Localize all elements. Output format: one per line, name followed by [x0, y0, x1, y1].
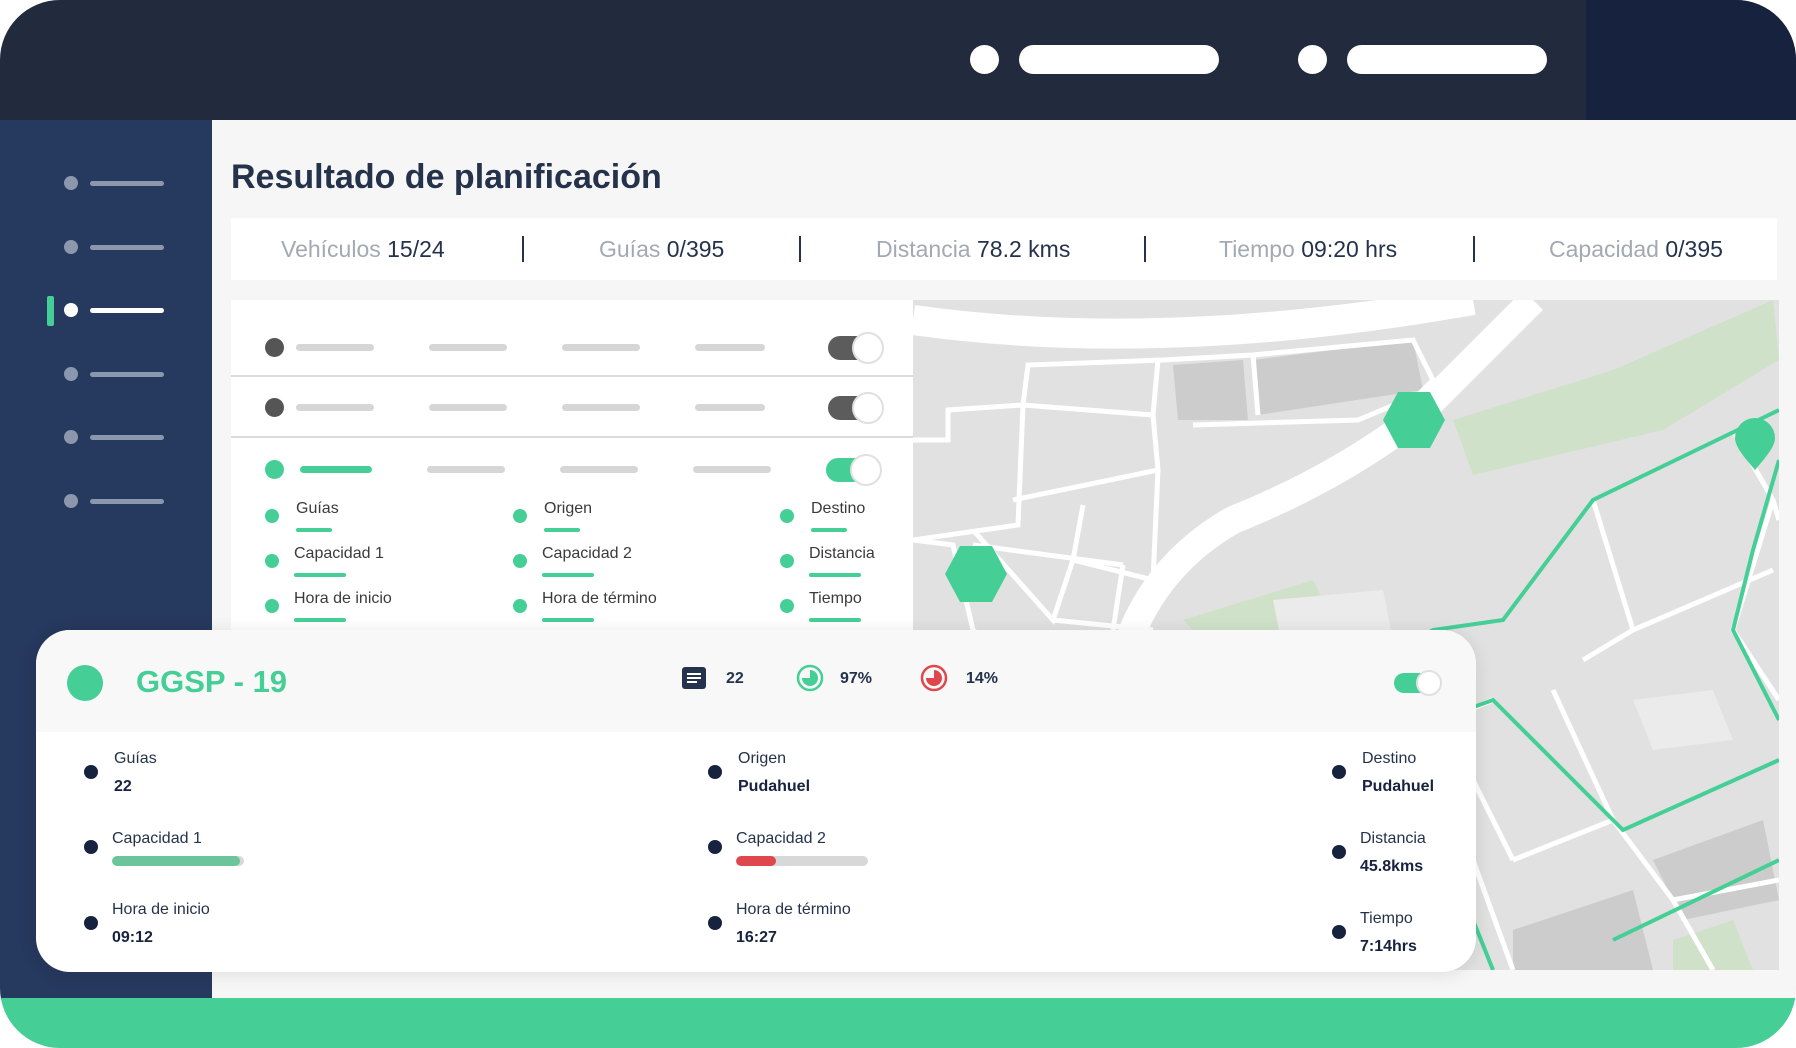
field-label-distancia: Distancia	[1360, 830, 1426, 847]
stat-guias: Guías 0/395	[599, 236, 725, 262]
vehicle-enable-toggle[interactable]	[1394, 670, 1442, 696]
mini-field-label: Hora de inicio	[294, 590, 392, 607]
field-value-distancia: 45.8kms	[1360, 858, 1424, 875]
capacity-2-percent: 14%	[966, 670, 999, 687]
stat-capacidad: Capacidad 0/395	[1549, 236, 1723, 262]
vehicle-list: Guías Origen Destino Capacidad 1 Capacid…	[231, 300, 913, 640]
mini-field-label: Origen	[544, 500, 593, 517]
top-nav-dot-1[interactable]	[970, 45, 999, 74]
vehicle-status-dot	[67, 665, 103, 701]
mini-field-label: Destino	[811, 500, 866, 517]
vehicle-row[interactable]	[231, 316, 913, 376]
mini-field-label: Distancia	[809, 545, 875, 562]
card-header: GGSP - 19 22 97% 14%	[36, 630, 1476, 732]
field-value-origen: Pudahuel	[738, 778, 811, 795]
summary-stats-bar: Vehículos 15/24 Guías 0/395 Distancia 78…	[231, 218, 1777, 280]
field-label-guias: Guías	[114, 750, 157, 767]
field-label-hora-inicio: Hora de inicio	[112, 901, 210, 918]
field-label-capacidad-2: Capacidad 2	[736, 830, 826, 847]
map-pin-icon[interactable]	[1735, 418, 1775, 470]
sidebar-item-3-active[interactable]	[64, 303, 174, 317]
sidebar-item-2[interactable]	[64, 240, 174, 254]
stat-separator	[1144, 236, 1146, 262]
field-label-capacidad-1: Capacidad 1	[112, 830, 202, 847]
top-bar-corner	[1586, 0, 1796, 120]
sidebar-item-1[interactable]	[64, 176, 174, 190]
capacity-2-progress-bar	[736, 856, 868, 866]
top-nav-dot-2[interactable]	[1298, 45, 1327, 74]
capacity-gauge-icon	[796, 664, 824, 692]
top-nav-placeholder-1[interactable]	[1019, 45, 1219, 74]
field-label-hora-termino: Hora de término	[736, 901, 851, 918]
sidebar-item-6[interactable]	[64, 494, 174, 508]
vehicle-status-dot	[265, 398, 284, 417]
vehicle-status-dot	[265, 338, 284, 357]
mini-field-label: Tiempo	[809, 590, 862, 607]
stat-separator	[799, 236, 801, 262]
field-label-destino: Destino	[1362, 750, 1417, 767]
mini-field-label: Guías	[296, 500, 339, 517]
vehicle-row[interactable]	[231, 378, 913, 438]
top-bar	[0, 0, 1796, 120]
capacity-1-percent: 97%	[840, 670, 873, 687]
vehicle-toggle[interactable]	[828, 332, 884, 364]
field-value-hora-inicio: 09:12	[112, 929, 153, 946]
sidebar-active-marker	[47, 296, 54, 326]
mini-field-label: Capacidad 1	[294, 545, 384, 562]
field-label-origen: Origen	[738, 750, 787, 767]
field-value-destino: Pudahuel	[1362, 778, 1435, 795]
app-frame: Resultado de planificación Vehículos 15/…	[0, 0, 1796, 1048]
capacity-1-progress-bar	[112, 856, 244, 866]
vehicle-detail-card: GGSP - 19 22 97% 14% Guías 22 Capacidad …	[36, 630, 1476, 972]
stat-vehiculos: Vehículos 15/24	[281, 236, 445, 262]
mini-field-label: Capacidad 2	[542, 545, 632, 562]
field-label-tiempo: Tiempo	[1360, 910, 1413, 927]
guides-count: 22	[726, 670, 744, 687]
vehicle-toggle[interactable]	[826, 454, 882, 486]
bottom-accent-bar	[0, 998, 1796, 1048]
stat-separator	[1473, 236, 1475, 262]
alert-gauge-icon	[920, 664, 948, 692]
sidebar-item-4[interactable]	[64, 367, 174, 381]
document-icon	[682, 667, 706, 689]
stat-distancia: Distancia 78.2 kms	[876, 236, 1071, 262]
vehicle-status-dot	[265, 460, 284, 479]
hexagon-marker-icon[interactable]	[1383, 392, 1445, 448]
field-value-tiempo: 7:14hrs	[1360, 938, 1417, 955]
vehicle-toggle[interactable]	[828, 392, 884, 424]
mini-field-label: Hora de término	[542, 590, 657, 607]
hexagon-marker-icon[interactable]	[945, 546, 1007, 602]
top-nav-placeholder-2[interactable]	[1347, 45, 1547, 74]
vehicle-row-expanded[interactable]	[231, 438, 913, 498]
vehicle-title: GGSP - 19	[136, 664, 288, 699]
page-title: Resultado de planificación	[231, 158, 662, 196]
field-value-guias: 22	[114, 778, 132, 795]
sidebar-item-5[interactable]	[64, 430, 174, 444]
field-value-hora-termino: 16:27	[736, 929, 777, 946]
stat-separator	[522, 236, 524, 262]
stat-tiempo: Tiempo 09:20 hrs	[1219, 236, 1398, 262]
